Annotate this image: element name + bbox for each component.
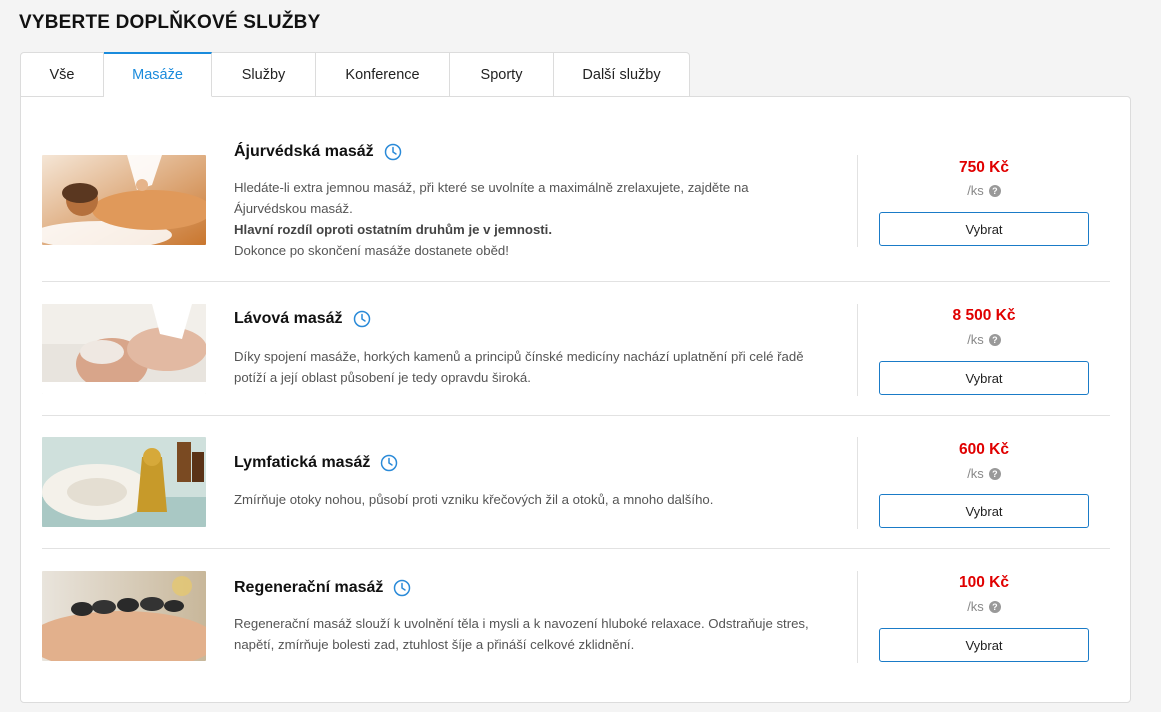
select-button[interactable]: Vybrat	[879, 628, 1089, 662]
divider	[857, 155, 858, 247]
help-icon[interactable]: ?	[988, 467, 1001, 480]
unit-row: /ks ?	[879, 332, 1089, 347]
tab-konference[interactable]: Konference	[316, 52, 450, 97]
clock-icon[interactable]	[384, 143, 402, 161]
description-text: Hledáte-li extra jemnou masáž, při které…	[234, 180, 749, 216]
clock-icon[interactable]	[353, 310, 371, 328]
tab-sporty[interactable]: Sporty	[450, 52, 554, 97]
price: 600 Kč	[959, 441, 1009, 458]
help-icon[interactable]: ?	[988, 184, 1001, 197]
tab-masaze[interactable]: Masáže	[104, 52, 212, 97]
service-item-regeneracni: Regenerační masáž Regenerační masáž slou…	[42, 549, 1110, 699]
select-button[interactable]: Vybrat	[879, 494, 1089, 528]
tab-sluzby[interactable]: Služby	[212, 52, 316, 97]
unit-label: /ks	[967, 599, 984, 614]
service-item-lavova: Lávová masáž Díky spojení masáže, horkýc…	[42, 282, 1110, 415]
unit-label: /ks	[967, 183, 984, 198]
service-description: Hledáte-li extra jemnou masáž, při které…	[234, 177, 814, 261]
price: 100 Kč	[959, 574, 1009, 591]
service-description: Zmírňuje otoky nohou, působí proti vznik…	[234, 492, 714, 507]
service-title: Lávová masáž	[234, 310, 343, 327]
description-highlight: Hlavní rozdíl oproti ostatním druhům je …	[234, 222, 552, 237]
select-button[interactable]: Vybrat	[879, 212, 1089, 246]
service-description: Regenerační masáž slouží k uvolnění těla…	[234, 616, 809, 652]
help-icon[interactable]: ?	[988, 600, 1001, 613]
unit-label: /ks	[967, 332, 984, 347]
divider	[857, 304, 858, 396]
category-tabs: Vše Masáže Služby Konference Sporty Dalš…	[20, 52, 690, 97]
service-title-row: Lávová masáž	[234, 310, 371, 328]
service-thumbnail	[42, 437, 206, 527]
clock-icon[interactable]	[380, 454, 398, 472]
help-icon[interactable]: ?	[988, 333, 1001, 346]
service-description: Díky spojení masáže, horkých kamenů a pr…	[234, 349, 804, 385]
service-item-lymfaticka: Lymfatická masáž Zmírňuje otoky nohou, p…	[42, 416, 1110, 549]
description-note: Dokonce po skončení masáže dostanete obě…	[234, 243, 509, 258]
service-title: Regenerační masáž	[234, 579, 384, 596]
service-item-ajurvedska: Ájurvédská masáž Hledáte-li extra jemnou…	[42, 97, 1110, 282]
service-thumbnail	[42, 304, 206, 394]
unit-label: /ks	[967, 466, 984, 481]
select-button[interactable]: Vybrat	[879, 361, 1089, 395]
unit-row: /ks ?	[879, 183, 1089, 198]
service-thumbnail	[42, 155, 206, 245]
clock-icon[interactable]	[393, 579, 411, 597]
unit-row: /ks ?	[879, 599, 1089, 614]
services-panel: Ájurvédská masáž Hledáte-li extra jemnou…	[20, 96, 1131, 703]
service-title-row: Ájurvédská masáž	[234, 143, 402, 161]
service-title-row: Regenerační masáž	[234, 579, 411, 597]
divider	[857, 571, 858, 663]
service-title: Ájurvédská masáž	[234, 143, 374, 160]
service-title: Lymfatická masáž	[234, 454, 371, 471]
price: 750 Kč	[959, 159, 1009, 176]
service-thumbnail	[42, 571, 206, 661]
service-title-row: Lymfatická masáž	[234, 454, 398, 472]
divider	[857, 437, 858, 529]
tab-dalsi-sluzby[interactable]: Další služby	[554, 52, 690, 97]
price: 8 500 Kč	[952, 307, 1016, 324]
unit-row: /ks ?	[879, 466, 1089, 481]
tab-vse[interactable]: Vše	[20, 52, 104, 97]
page-title: VYBERTE DOPLŇKOVÉ SLUŽBY	[19, 12, 321, 33]
